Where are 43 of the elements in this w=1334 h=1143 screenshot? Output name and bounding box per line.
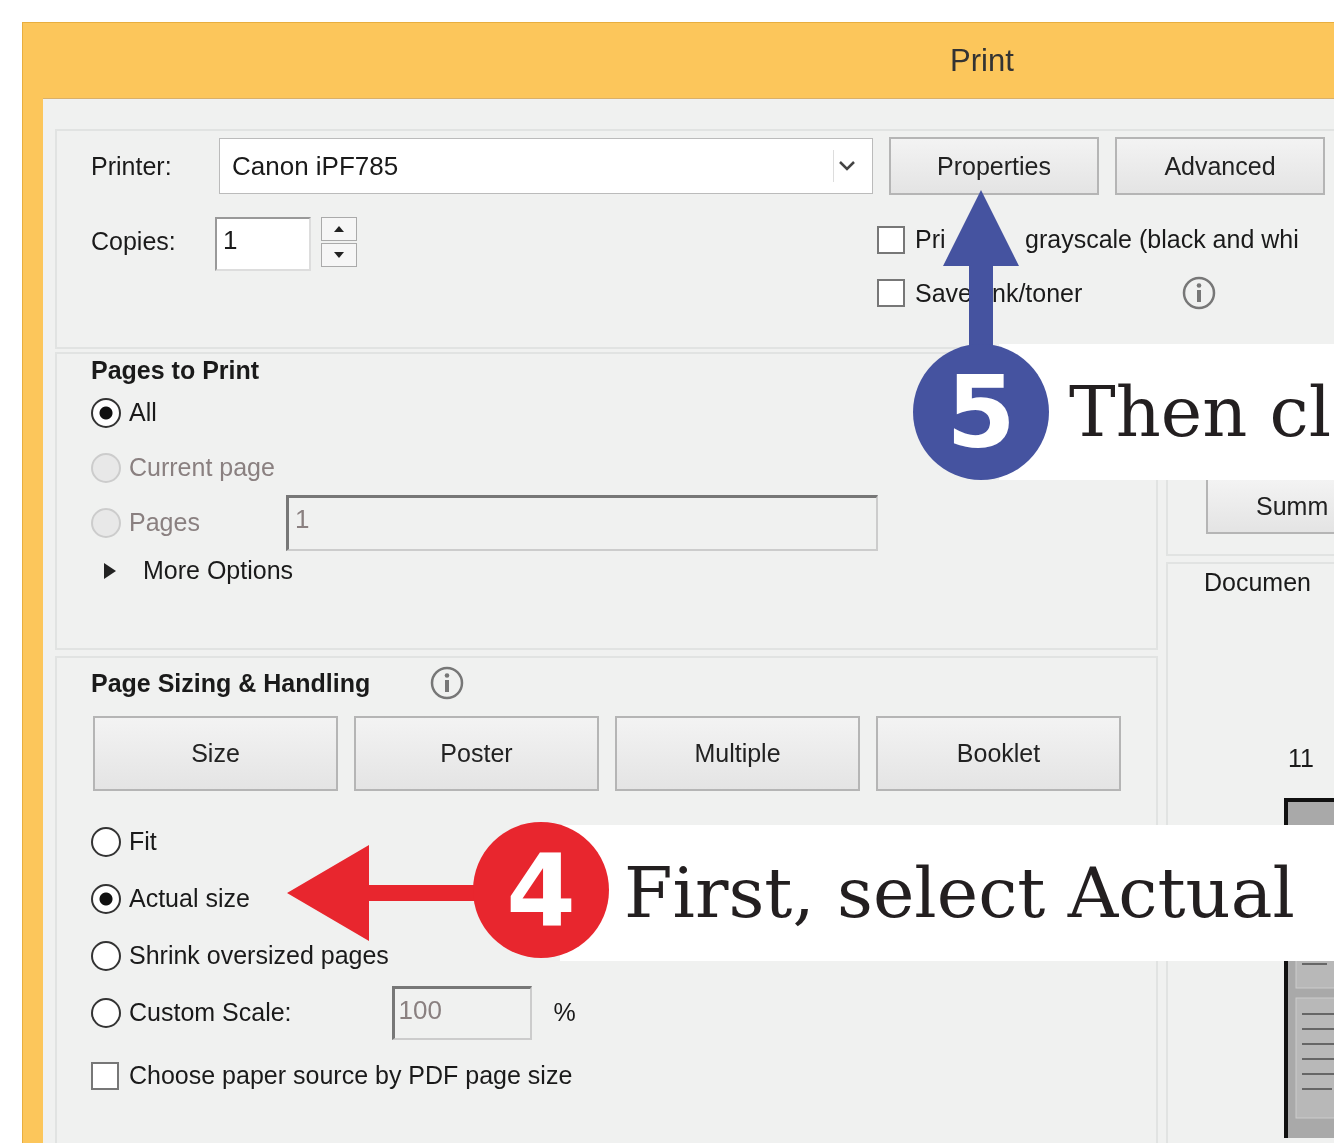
- mode-button[interactable]: Size: [93, 716, 338, 791]
- option-label: Pri: [915, 225, 947, 254]
- radio-label: Custom Scale:: [129, 998, 292, 1027]
- radio-button[interactable]: [91, 883, 121, 914]
- mode-button[interactable]: Multiple: [615, 716, 860, 791]
- radio-label: Shrink oversized pages: [129, 941, 389, 970]
- spin-down-icon[interactable]: [321, 243, 357, 267]
- expand-triangle-icon[interactable]: [103, 561, 117, 580]
- printer-label: Printer:: [91, 151, 173, 181]
- section-title: Pages to Print: [91, 356, 261, 385]
- document-label: Documen: [1204, 568, 1311, 597]
- radio-button[interactable]: [91, 997, 121, 1028]
- radio-label: Actual size: [129, 884, 250, 913]
- dialog-button[interactable]: Advanced: [1115, 137, 1325, 195]
- dialog-button[interactable]: Properties: [889, 137, 1099, 195]
- option-label: grayscale (black and whi: [1025, 225, 1299, 254]
- mode-button[interactable]: Poster: [354, 716, 599, 791]
- info-icon[interactable]: [1182, 276, 1217, 310]
- section-title: Page Sizing & Handling: [91, 668, 371, 698]
- checkbox[interactable]: [91, 1061, 119, 1090]
- summary-button[interactable]: Summ: [1206, 478, 1334, 534]
- checkbox[interactable]: [877, 225, 905, 254]
- window-title: Print: [950, 42, 1014, 79]
- radio-label: Pages: [129, 508, 200, 537]
- mode-button[interactable]: Booklet: [876, 716, 1121, 791]
- radio-button[interactable]: [91, 940, 121, 971]
- radio-button[interactable]: [91, 826, 121, 857]
- radio-button[interactable]: [91, 397, 121, 428]
- radio-label: All: [129, 398, 157, 427]
- option-label: Choose paper source by PDF page size: [129, 1061, 573, 1090]
- info-icon[interactable]: [430, 666, 465, 700]
- printer-dropdown[interactable]: Canon iPF785: [219, 138, 873, 194]
- more-options-link[interactable]: More Options: [143, 556, 294, 585]
- option-label: Save: [915, 278, 973, 308]
- page-size-label: 11: [1288, 744, 1314, 773]
- percent-label: %: [553, 998, 576, 1027]
- copies-label: Copies:: [91, 226, 177, 256]
- option-label: nk/toner: [992, 278, 1083, 308]
- copies-field[interactable]: 1: [215, 217, 311, 271]
- spin-up-icon[interactable]: [321, 217, 357, 241]
- radio-label: Current page: [129, 453, 275, 482]
- radio-label: Fit: [129, 827, 157, 856]
- checkbox[interactable]: [877, 279, 905, 307]
